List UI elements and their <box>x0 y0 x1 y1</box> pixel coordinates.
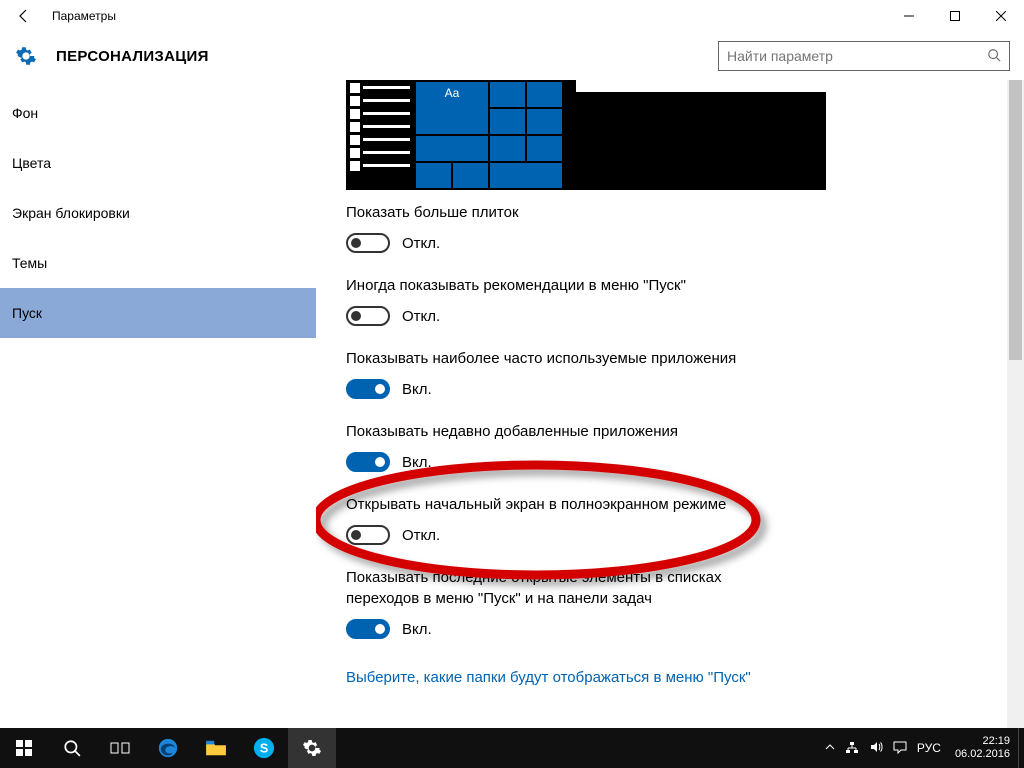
show-desktop-button[interactable] <box>1018 728 1024 768</box>
search-task-button[interactable] <box>48 728 96 768</box>
back-button[interactable] <box>8 0 40 32</box>
content: Aa Показать больше плиток Откл. Иногда п… <box>316 80 1007 728</box>
settings-task-button[interactable] <box>288 728 336 768</box>
sidebar-item-start[interactable]: Пуск <box>0 288 316 338</box>
setting-label: Показывать наиболее часто используемые п… <box>346 348 786 369</box>
titlebar: Параметры <box>0 0 1024 32</box>
setting-label: Иногда показывать рекомендации в меню "П… <box>346 275 786 296</box>
search-box[interactable] <box>718 41 1010 71</box>
toggle-value: Откл. <box>402 235 440 252</box>
header: ПЕРСОНАЛИЗАЦИЯ <box>0 32 1024 80</box>
setting-jump-lists: Показывать последние открытые элементы в… <box>346 567 1007 639</box>
svg-text:S: S <box>260 741 269 756</box>
sidebar-item-label: Экран блокировки <box>12 205 130 221</box>
close-button[interactable] <box>978 0 1024 32</box>
setting-more-tiles: Показать больше плиток Откл. <box>346 202 1007 253</box>
setting-label: Показывать недавно добавленные приложени… <box>346 421 786 442</box>
network-icon[interactable] <box>845 740 859 757</box>
system-tray[interactable]: РУС <box>819 728 947 768</box>
clock-time: 22:19 <box>955 735 1010 748</box>
taskbar: S РУС 22:19 06.02.2016 <box>0 728 1024 768</box>
language-indicator[interactable]: РУС <box>917 741 941 755</box>
sidebar-item-label: Цвета <box>12 155 51 171</box>
toggle-fullscreen-start[interactable] <box>346 525 390 545</box>
action-center-icon[interactable] <box>893 740 907 757</box>
start-button[interactable] <box>0 728 48 768</box>
search-input[interactable] <box>727 48 987 64</box>
toggle-more-tiles[interactable] <box>346 233 390 253</box>
clock-date: 06.02.2016 <box>955 748 1010 761</box>
toggle-value: Вкл. <box>402 454 432 471</box>
sidebar-item-background[interactable]: Фон <box>0 88 316 138</box>
setting-suggestions: Иногда показывать рекомендации в меню "П… <box>346 275 1007 326</box>
toggle-jump-lists[interactable] <box>346 619 390 639</box>
search-icon <box>987 48 1001 65</box>
setting-label: Показывать последние открытые элементы в… <box>346 567 786 609</box>
toggle-value: Откл. <box>402 308 440 325</box>
task-view-button[interactable] <box>96 728 144 768</box>
vertical-scrollbar[interactable] <box>1007 80 1024 728</box>
sidebar-item-lockscreen[interactable]: Экран блокировки <box>0 188 316 238</box>
explorer-button[interactable] <box>192 728 240 768</box>
window-title: Параметры <box>52 9 116 23</box>
scrollbar-thumb[interactable] <box>1009 80 1022 360</box>
volume-icon[interactable] <box>869 740 883 757</box>
sidebar-item-label: Фон <box>12 105 38 121</box>
sidebar-item-label: Пуск <box>12 305 42 321</box>
tray-chevron-icon[interactable] <box>825 741 835 755</box>
setting-label: Показать больше плиток <box>346 202 786 223</box>
skype-button[interactable]: S <box>240 728 288 768</box>
page-title: ПЕРСОНАЛИЗАЦИЯ <box>56 48 209 65</box>
toggle-most-used[interactable] <box>346 379 390 399</box>
sidebar-item-colors[interactable]: Цвета <box>0 138 316 188</box>
toggle-suggestions[interactable] <box>346 306 390 326</box>
sidebar-item-label: Темы <box>12 255 47 271</box>
minimize-button[interactable] <box>886 0 932 32</box>
sidebar: Фон Цвета Экран блокировки Темы Пуск <box>0 80 316 728</box>
edge-button[interactable] <box>144 728 192 768</box>
setting-most-used: Показывать наиболее часто используемые п… <box>346 348 1007 399</box>
gear-icon <box>14 44 38 68</box>
setting-label: Открывать начальный экран в полноэкранно… <box>346 494 786 515</box>
sidebar-item-themes[interactable]: Темы <box>0 238 316 288</box>
setting-fullscreen-start: Открывать начальный экран в полноэкранно… <box>346 494 1007 545</box>
toggle-value: Вкл. <box>402 621 432 638</box>
taskbar-clock[interactable]: 22:19 06.02.2016 <box>947 728 1018 768</box>
toggle-value: Вкл. <box>402 381 432 398</box>
preview-tile: Aa <box>416 82 488 134</box>
toggle-recently-added[interactable] <box>346 452 390 472</box>
toggle-value: Откл. <box>402 527 440 544</box>
choose-folders-link[interactable]: Выберите, какие папки будут отображаться… <box>346 669 751 686</box>
setting-recently-added: Показывать недавно добавленные приложени… <box>346 421 1007 472</box>
start-preview: Aa <box>346 80 826 190</box>
maximize-button[interactable] <box>932 0 978 32</box>
